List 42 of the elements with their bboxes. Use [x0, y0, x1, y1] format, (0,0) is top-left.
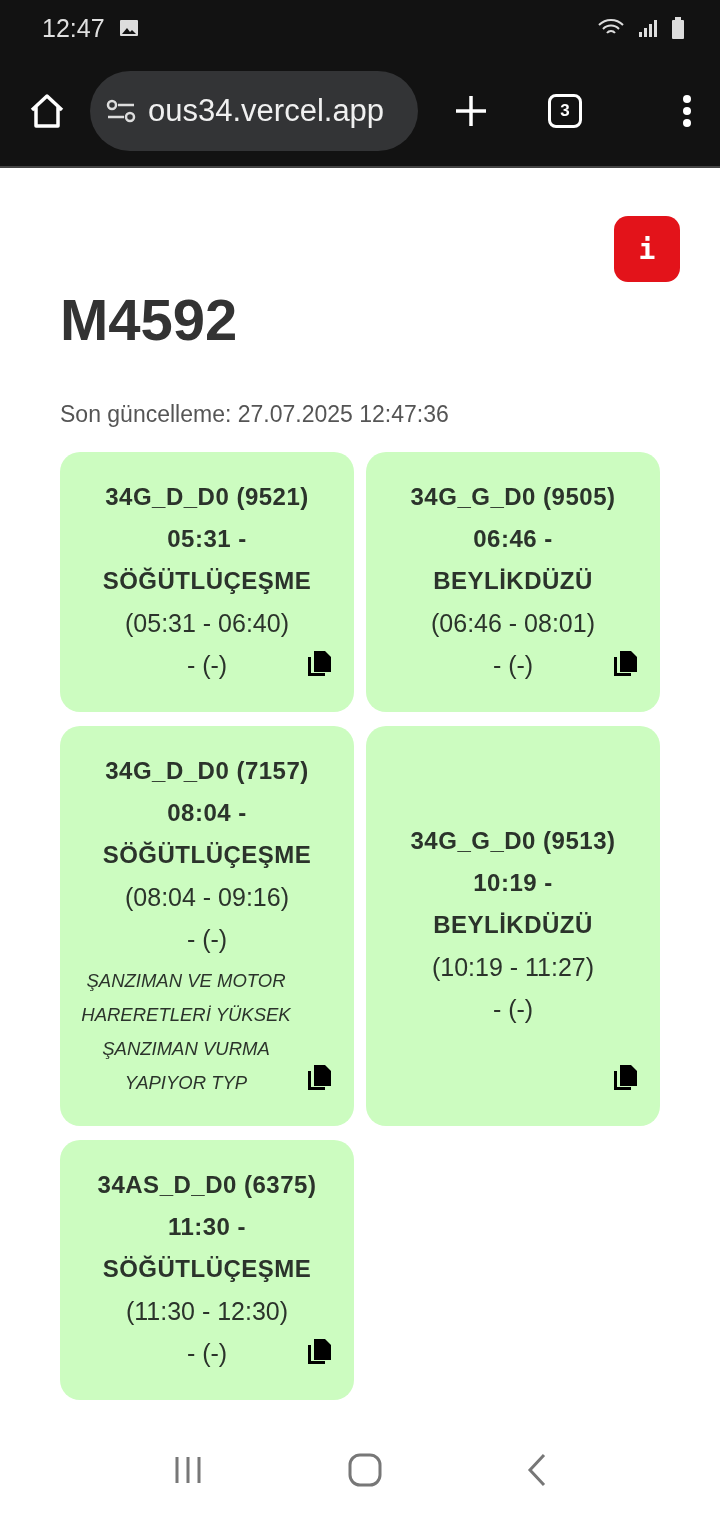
clock-time: 12:47: [42, 13, 105, 43]
time-range: (10:19 - 11:27): [431, 952, 595, 983]
departure-text: 08:04 - SÖĞÜTLÜÇEŞME: [101, 798, 313, 870]
back-icon[interactable]: [527, 1453, 548, 1487]
trip-extra: - (-): [492, 994, 534, 1025]
site-settings-icon[interactable]: [106, 99, 136, 123]
trip-extra: - (-): [186, 924, 228, 955]
battery-icon: [672, 17, 684, 39]
time-range: (05:31 - 06:40): [125, 608, 289, 639]
tab-count-button[interactable]: 3: [548, 94, 582, 128]
trip-extra: - (-): [186, 650, 228, 681]
departure-text: 11:30 - SÖĞÜTLÜÇEŞME: [101, 1212, 313, 1284]
new-tab-icon[interactable]: [454, 94, 488, 128]
route-title: 34AS_D_D0 (6375): [97, 1170, 317, 1200]
home-button-icon[interactable]: [348, 1453, 382, 1487]
copy-icon[interactable]: [612, 1064, 638, 1092]
route-title: 34G_D_D0 (9521): [105, 482, 309, 512]
signal-icon: [638, 18, 658, 38]
url-field[interactable]: ous34.vercel.app: [90, 71, 418, 151]
copy-icon[interactable]: [306, 1064, 332, 1092]
trip-extra: - (-): [186, 1338, 228, 1369]
route-title: 34G_G_D0 (9505): [410, 482, 616, 512]
info-button[interactable]: i: [614, 216, 680, 282]
departure-text: 05:31 - SÖĞÜTLÜÇEŞME: [101, 524, 313, 596]
last-updated-text: Son güncelleme: 27.07.2025 12:47:36: [60, 401, 450, 428]
route-title: 34G_G_D0 (9513): [410, 826, 616, 856]
time-range: (11:30 - 12:30): [125, 1296, 289, 1327]
copy-icon[interactable]: [612, 650, 638, 678]
copy-icon[interactable]: [306, 650, 332, 678]
page-title: M4592: [60, 286, 239, 353]
route-title: 34G_D_D0 (7157): [105, 756, 309, 786]
url-text: ous34.vercel.app: [148, 93, 385, 129]
home-icon[interactable]: [28, 92, 66, 130]
time-range: (06:46 - 08:01): [431, 608, 595, 639]
departure-text: 10:19 - BEYLİKDÜZÜ: [432, 868, 594, 940]
departure-text: 06:46 - BEYLİKDÜZÜ: [432, 524, 594, 596]
time-range: (08:04 - 09:16): [125, 882, 289, 913]
trip-note: ŞANZIMAN VE MOTOR HARERETLERİ YÜKSEK ŞANZIMAN VURMA YAPIYOR TYP: [80, 969, 292, 1095]
trip-extra: - (-): [492, 650, 534, 681]
copy-icon[interactable]: [306, 1338, 332, 1366]
menu-icon[interactable]: [682, 94, 692, 128]
image-icon: [118, 19, 139, 37]
